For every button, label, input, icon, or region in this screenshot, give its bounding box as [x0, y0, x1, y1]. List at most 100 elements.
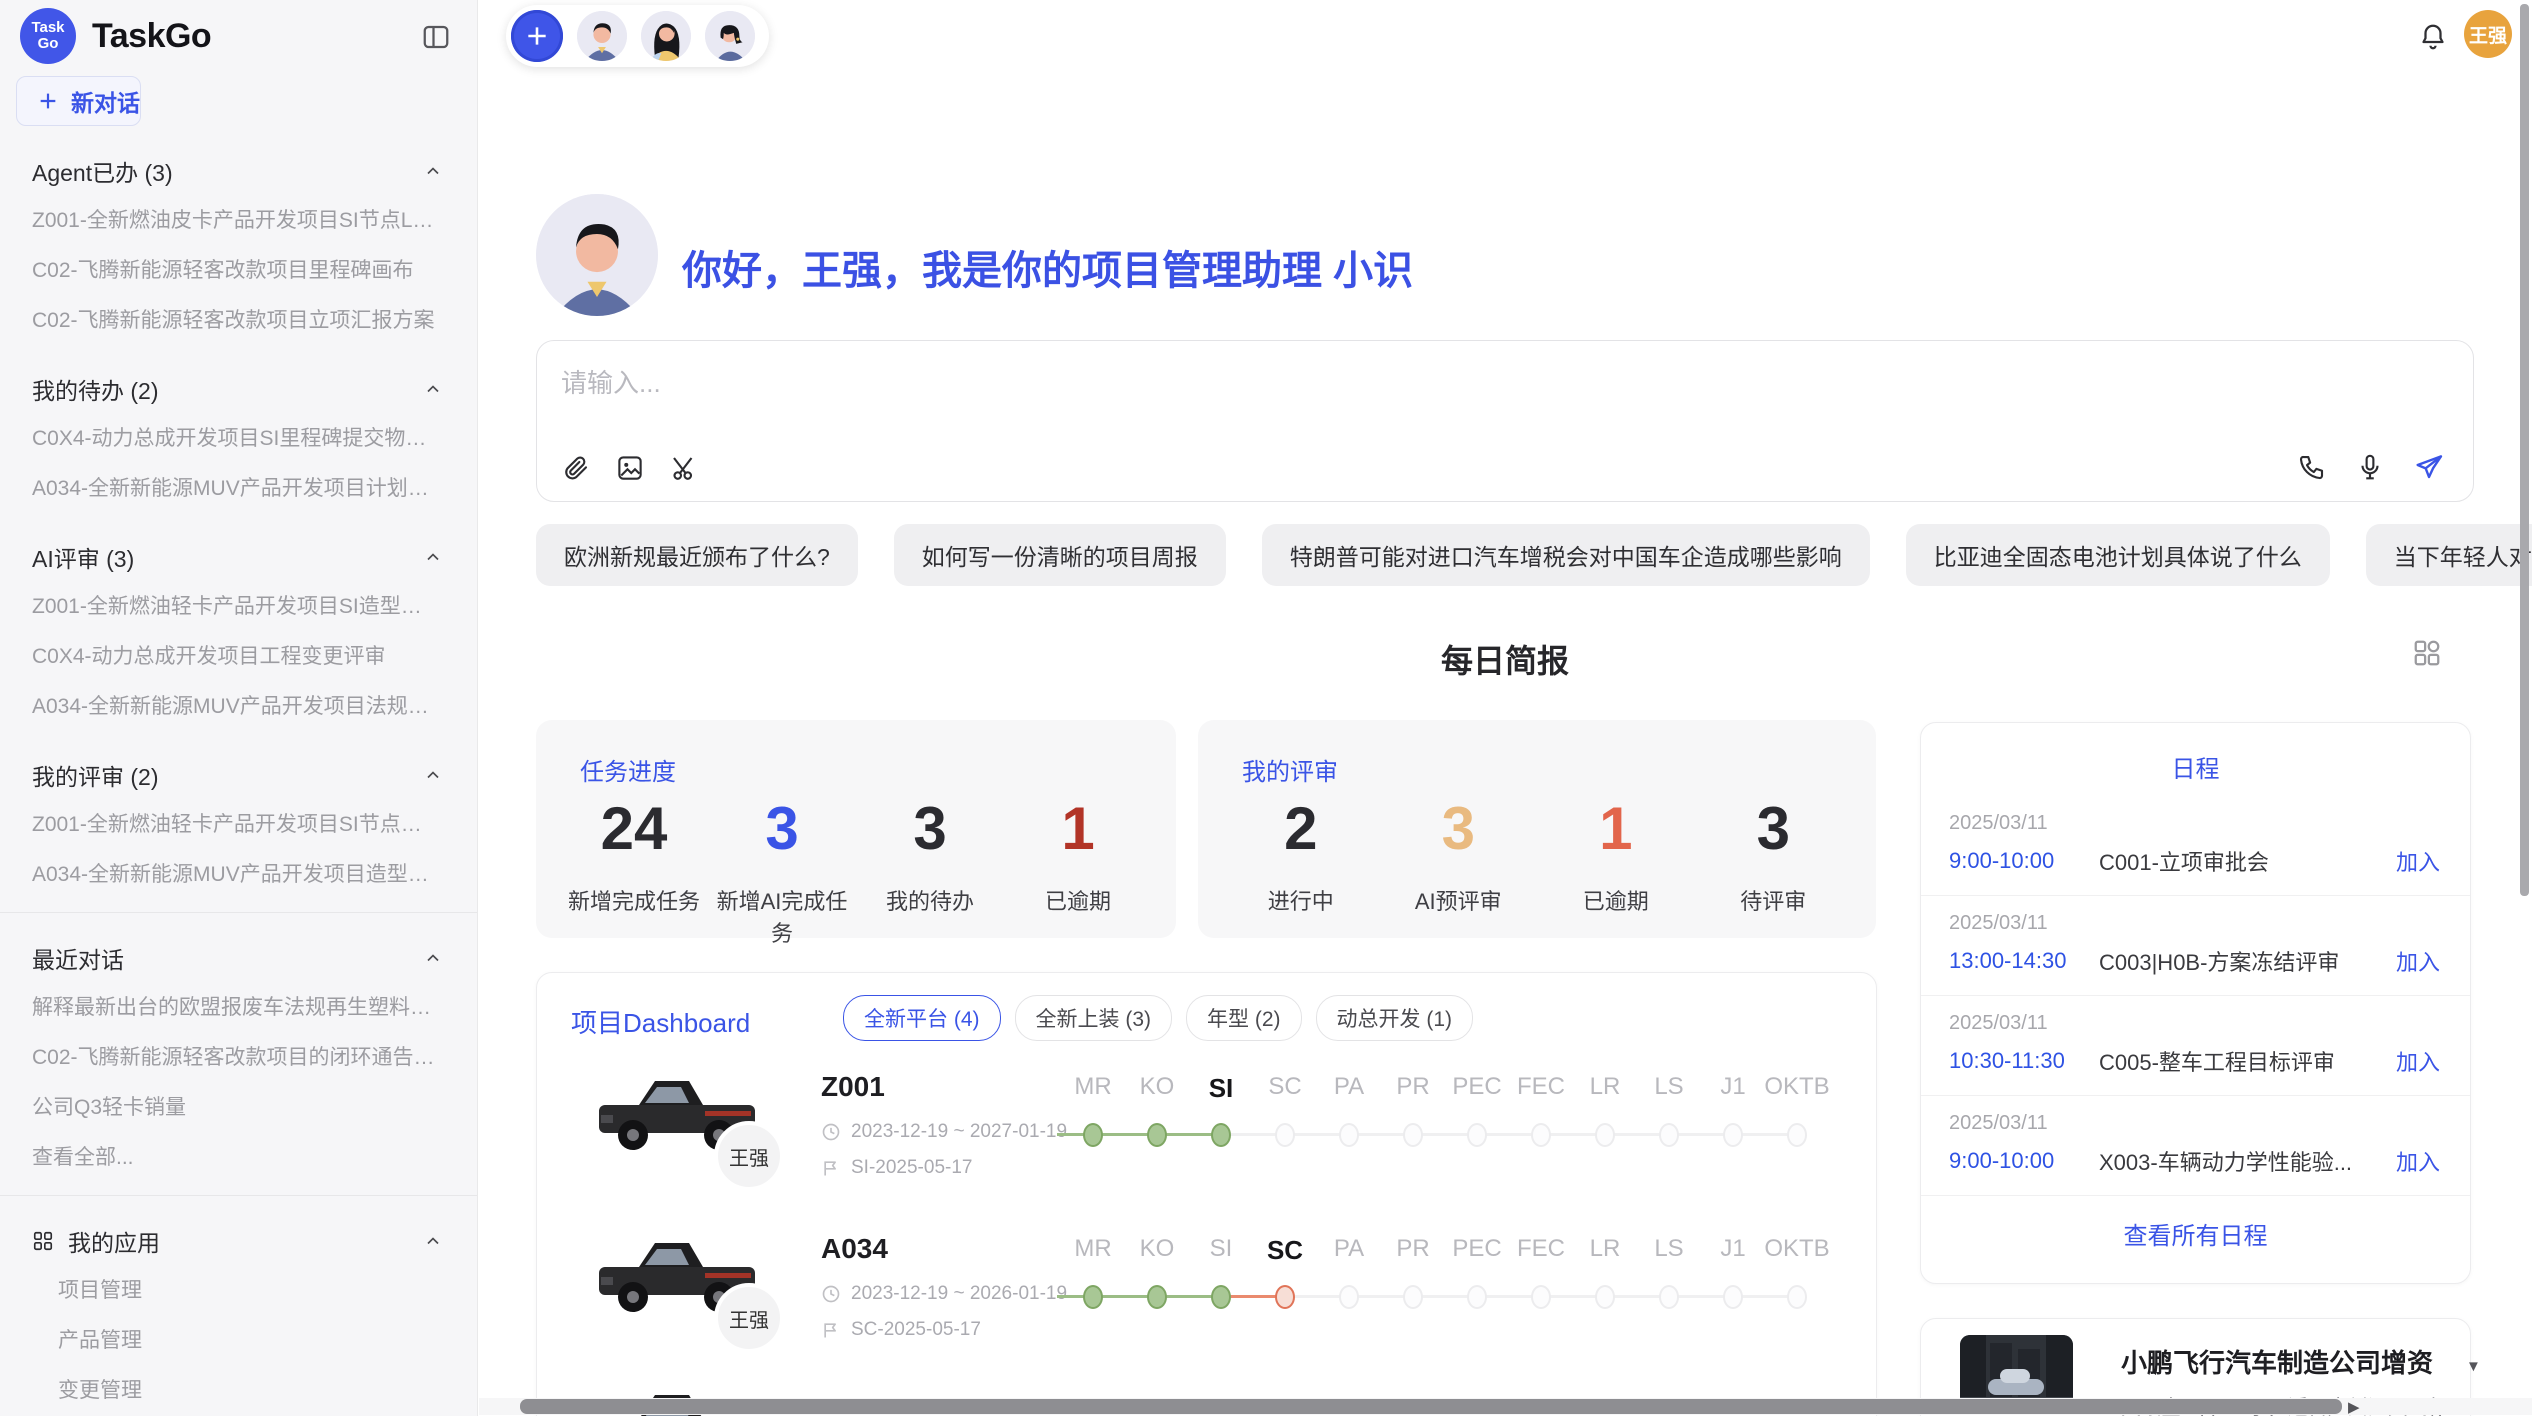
schedule-item-time: 13:00-14:30 — [1949, 948, 2099, 974]
avatar-female-long-hair[interactable] — [641, 11, 691, 61]
schedule-item[interactable]: 2025/03/11 13:00-14:30 C003|H0B-方案冻结评审 加… — [1921, 896, 2470, 996]
chevron-up-icon[interactable] — [423, 948, 443, 968]
milestone-dot — [1339, 1123, 1359, 1147]
chevron-up-icon[interactable] — [423, 379, 443, 399]
sidebar-section-header[interactable]: Agent已办 (3) — [0, 136, 477, 194]
sidebar-section-header[interactable]: AI评审 (3) — [0, 522, 477, 580]
schedule-view-all-link[interactable]: 查看所有日程 — [1921, 1196, 2470, 1251]
attachment-icon[interactable] — [561, 453, 591, 483]
milestone-label: FEC — [1517, 1235, 1565, 1269]
schedule-item-time: 9:00-10:00 — [1949, 1148, 2099, 1174]
sidebar-item[interactable]: C0X4-动力总成开发项目工程变更评审 — [0, 630, 477, 680]
user-avatar[interactable]: 王强 — [2464, 10, 2512, 58]
my-apps-header[interactable]: 我的应用 — [0, 1206, 477, 1264]
milestone-track: MR KO SI SC PA PR PEC FEC LR LS — [1061, 1235, 1829, 1309]
sidebar-section-header[interactable]: 我的待办 (2) — [0, 354, 477, 412]
sidebar-item[interactable]: A034-全新新能源MUV产品开发项目法规符合性评审 — [0, 680, 477, 730]
sidebar-item[interactable]: A034-全新新能源MUV产品开发项目计划变更表编写 — [0, 462, 477, 512]
stat-label: 新增完成任务 — [560, 884, 708, 916]
send-icon[interactable] — [2413, 451, 2445, 483]
sidebar-toggle-icon[interactable] — [421, 22, 451, 52]
app-item-product-mgmt[interactable]: 产品管理 — [0, 1314, 477, 1364]
recent-item[interactable]: 解释最新出台的欧盟报废车法规再生塑料比例被调至15%... — [0, 981, 477, 1031]
dashboard-tab[interactable]: 年型 (2) — [1186, 995, 1302, 1041]
chevron-up-icon[interactable] — [423, 161, 443, 181]
stat-label: 进行中 — [1222, 884, 1380, 916]
schedule-join-link[interactable]: 加入 — [2396, 1145, 2440, 1177]
project-row: 王强 A034 2023-12-19 ~ 2026-01-19 SC-2025-… — [537, 1213, 1876, 1393]
sidebar-section-header[interactable]: 我的评审 (2) — [0, 740, 477, 798]
milestone-dot — [1275, 1123, 1295, 1147]
milestone-cell: OKTB — [1765, 1073, 1829, 1147]
new-chat-button[interactable]: 新对话 — [16, 76, 141, 126]
schedule-join-link[interactable]: 加入 — [2396, 945, 2440, 977]
schedule-item[interactable]: 2025/03/11 9:00-10:00 C001-立项审批会 加入 — [1921, 796, 2470, 896]
sidebar-item[interactable]: C02-飞腾新能源轻客改款项目立项汇报方案 — [0, 294, 477, 344]
recent-item[interactable]: C02-飞腾新能源轻客改款项目的闭环通告反馈情况 — [0, 1031, 477, 1081]
schedule-item-date: 2025/03/11 — [1949, 1012, 2440, 1035]
milestone-label: SI — [1209, 1073, 1234, 1107]
stat-value: 3 — [856, 796, 1004, 862]
avatar-male[interactable] — [577, 11, 627, 61]
recent-item[interactable]: 公司Q3轻卡销量 — [0, 1081, 477, 1131]
briefing-layout-icon[interactable] — [2412, 638, 2442, 668]
chevron-up-icon[interactable] — [423, 547, 443, 567]
image-icon[interactable] — [615, 453, 645, 483]
sidebar-item[interactable]: Z001-全新燃油轻卡产品开发项目SI节点属性5D文件评审 — [0, 798, 477, 848]
milestone-dot — [1531, 1285, 1551, 1309]
stat-label: 已逾期 — [1537, 884, 1695, 916]
schedule-card: 日程 2025/03/11 9:00-10:00 C001-立项审批会 加入 2… — [1920, 722, 2471, 1284]
sidebar-section: 我的待办 (2) C0X4-动力总成开发项目SI里程碑提交物检查A034-全新新… — [0, 354, 477, 512]
vertical-scrollbar[interactable] — [2520, 4, 2529, 896]
milestone-label: SC — [1268, 1073, 1301, 1107]
greeting-text: 你好，王强，我是你的项目管理助理 小识 — [682, 238, 1413, 296]
avatar-female-bob[interactable] — [705, 11, 755, 61]
sidebar-sections: Agent已办 (3) Z001-全新燃油皮卡产品开发项目SI节点Lesson … — [0, 136, 477, 898]
dashboard-title: 项目Dashboard — [571, 1003, 750, 1040]
milestone-dot — [1659, 1285, 1679, 1309]
assistant-avatar — [536, 194, 658, 316]
chat-input[interactable] — [561, 363, 2161, 403]
briefing-title: 每日简报 — [536, 636, 2474, 682]
scroll-right-arrow-icon[interactable]: ▶ — [2348, 1398, 2360, 1416]
notification-bell-icon[interactable] — [2418, 22, 2448, 52]
sidebar-item[interactable]: C02-飞腾新能源轻客改款项目里程碑画布 — [0, 244, 477, 294]
horizontal-scrollbar-thumb[interactable] — [520, 1399, 2342, 1414]
milestone-label: PR — [1396, 1073, 1429, 1107]
horizontal-scrollbar-track[interactable] — [479, 1398, 2532, 1415]
sidebar-section-title: AI评审 (3) — [32, 540, 134, 574]
recent-view-all[interactable]: 查看全部... — [0, 1131, 477, 1181]
milestone-label: PA — [1334, 1073, 1364, 1107]
scroll-down-arrow-icon[interactable]: ▼ — [2466, 1358, 2481, 1375]
scissors-icon[interactable] — [669, 453, 699, 483]
sidebar-item[interactable]: A034-全新新能源MUV产品开发项目造型可行性评审 — [0, 848, 477, 898]
sidebar-item[interactable]: C0X4-动力总成开发项目SI里程碑提交物检查 — [0, 412, 477, 462]
schedule-item[interactable]: 2025/03/11 9:00-10:00 X003-车辆动力学性能验... 加… — [1921, 1096, 2470, 1196]
suggestion-chip[interactable]: 当下年轻人对汽车外观有怎样的喜好趋势 — [2366, 524, 2532, 586]
phone-icon[interactable] — [2297, 452, 2327, 482]
dashboard-tab[interactable]: 全新平台 (4) — [843, 995, 1001, 1041]
schedule-join-link[interactable]: 加入 — [2396, 845, 2440, 877]
schedule-item-time: 9:00-10:00 — [1949, 848, 2099, 874]
chevron-up-icon[interactable] — [423, 1231, 443, 1251]
suggestion-chip[interactable]: 比亚迪全固态电池计划具体说了什么 — [1906, 524, 2330, 586]
recent-header[interactable]: 最近对话 — [0, 923, 477, 981]
schedule-join-link[interactable]: 加入 — [2396, 1045, 2440, 1077]
dashboard-tab[interactable]: 全新上装 (3) — [1015, 995, 1173, 1041]
suggestion-chip[interactable]: 特朗普可能对进口汽车增税会对中国车企造成哪些影响 — [1262, 524, 1870, 586]
sidebar-item[interactable]: Z001-全新燃油轻卡产品开发项目SI造型提交物评审 — [0, 580, 477, 630]
suggestion-chip[interactable]: 欧洲新规最近颁布了什么? — [536, 524, 858, 586]
suggestion-chip[interactable]: 如何写一份清晰的项目周报 — [894, 524, 1226, 586]
chevron-up-icon[interactable] — [423, 765, 443, 785]
microphone-icon[interactable] — [2355, 452, 2385, 482]
milestone-dot — [1467, 1123, 1487, 1147]
schedule-item-title: C001-立项审批会 — [2099, 845, 2396, 877]
schedule-item[interactable]: 2025/03/11 10:30-11:30 C005-整车工程目标评审 加入 — [1921, 996, 2470, 1096]
milestone-dot — [1147, 1285, 1167, 1309]
app-item-change-mgmt[interactable]: 变更管理 — [0, 1364, 477, 1414]
app-item-project-mgmt[interactable]: 项目管理 — [0, 1264, 477, 1314]
add-member-button[interactable] — [511, 10, 563, 62]
project-owner-name: 王强 — [729, 1304, 769, 1333]
dashboard-tab[interactable]: 动总开发 (1) — [1316, 995, 1474, 1041]
sidebar-item[interactable]: Z001-全新燃油皮卡产品开发项目SI节点Lesson Learn报告 — [0, 194, 477, 244]
